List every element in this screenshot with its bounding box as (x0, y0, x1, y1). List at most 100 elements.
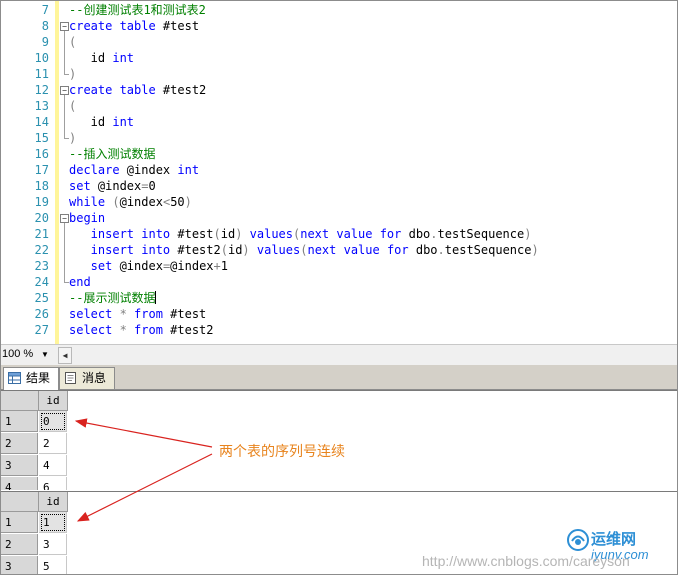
code-line[interactable]: id int (69, 50, 134, 66)
line-number-gutter: 7 8 9 10 11 12 13 14 15 16 17 18 19 20 21 22 23 24 25 26 27 (1, 1, 55, 344)
fold-guide (64, 31, 65, 74)
code-line[interactable]: select * from #test (69, 306, 206, 322)
code-line[interactable]: ) (69, 66, 76, 82)
code-line[interactable]: create table #test (69, 18, 199, 34)
code-token: from (134, 323, 171, 337)
code-token: select (69, 323, 120, 337)
row-header[interactable]: 4 (1, 477, 38, 490)
code-line[interactable]: ) (69, 130, 76, 146)
code-token: from (134, 307, 171, 321)
code-line[interactable]: end (69, 274, 91, 290)
code-token: id (69, 115, 113, 129)
row-header[interactable]: 2 (1, 433, 38, 454)
code-line[interactable]: ( (69, 34, 76, 50)
code-token: int (112, 115, 135, 129)
tab-results[interactable]: 结果 (3, 367, 60, 390)
code-token: #test (162, 19, 200, 33)
fold-guide-end (64, 74, 69, 75)
code-line[interactable]: --插入测试数据 (69, 146, 155, 162)
code-line[interactable]: declare @index int (69, 162, 199, 178)
code-token: testSequence (444, 243, 532, 257)
editor-bottom-bar: 100 % ▼ ◀ (1, 344, 677, 365)
code-token: values (256, 243, 301, 257)
code-token: id (220, 227, 236, 241)
code-token: ) (531, 243, 539, 257)
line-number: 10 (34, 51, 49, 65)
code-line[interactable]: while (@index<50) (69, 194, 192, 210)
row-header[interactable]: 3 (1, 556, 38, 574)
grid-cell[interactable]: 3 (39, 534, 67, 555)
code-line[interactable]: --展示测试数据 (69, 290, 157, 306)
line-number: 8 (41, 19, 49, 33)
row-header[interactable]: 1 (1, 512, 38, 533)
watermark-url: http://www.cnblogs.com/careyson (422, 553, 630, 569)
code-token: = (141, 179, 149, 193)
grid-cell[interactable]: 0 (39, 411, 67, 432)
grid-corner[interactable] (1, 492, 39, 512)
code-token: ( (220, 243, 228, 257)
row-header[interactable]: 1 (1, 411, 38, 432)
code-token: #test2 (170, 323, 214, 337)
code-line[interactable]: id int (69, 114, 134, 130)
results-grid-1[interactable]: id 10223446 (1, 390, 677, 490)
code-line[interactable]: ( (69, 98, 76, 114)
code-line[interactable]: insert into #test2(id) values(next value… (69, 242, 539, 258)
line-number: 27 (34, 323, 49, 337)
fold-guide (64, 223, 65, 282)
collapse-toggle-icon[interactable]: − (60, 22, 69, 31)
line-number: 21 (34, 227, 49, 241)
code-token: 0 (148, 179, 156, 193)
code-token: #test (170, 307, 207, 321)
line-number: 16 (34, 147, 49, 161)
code-token: ) (235, 227, 250, 241)
row-header[interactable]: 2 (1, 534, 38, 555)
grid-cell[interactable]: 4 (39, 455, 67, 476)
code-token: end (69, 275, 91, 289)
column-header-id[interactable]: id (39, 391, 68, 411)
collapse-toggle-icon[interactable]: − (60, 86, 69, 95)
code-token: int (112, 51, 135, 65)
grid-corner[interactable] (1, 391, 39, 411)
code-line[interactable]: set @index=@index+1 (69, 258, 228, 274)
code-token: #test2 (162, 83, 207, 97)
code-token: 50 (170, 195, 185, 209)
code-token: create table (69, 83, 163, 97)
code-area[interactable]: --创建测试表1和测试表2 create table #test( id int)… (59, 1, 677, 344)
code-token: --插入测试数据 (69, 147, 156, 161)
line-number: 20 (34, 211, 49, 225)
line-number: 12 (34, 83, 49, 97)
zoom-select[interactable]: 100 % ▼ (1, 347, 56, 362)
code-token: int (177, 163, 200, 177)
grid-cell[interactable]: 2 (39, 433, 67, 454)
code-token: dbo (415, 243, 438, 257)
code-token: #test2 (177, 243, 221, 257)
grid-cell[interactable]: 1 (39, 512, 67, 533)
code-token: --展示测试数据 (69, 291, 156, 305)
code-token: --创建测试表1和测试表2 (69, 3, 206, 17)
code-token: insert into (69, 243, 178, 257)
scroll-left-button[interactable]: ◀ (58, 347, 72, 364)
chevron-down-icon[interactable]: ▼ (41, 347, 49, 362)
code-token: ( (69, 99, 77, 113)
code-line[interactable]: --创建测试表1和测试表2 (69, 2, 206, 18)
code-token: insert into (69, 227, 178, 241)
row-header[interactable]: 3 (1, 455, 38, 476)
line-number: 11 (34, 67, 49, 81)
collapse-toggle-icon[interactable]: − (60, 214, 69, 223)
code-line[interactable]: create table #test2 (69, 82, 206, 98)
code-token: dbo (408, 227, 431, 241)
grid-cell[interactable]: 6 (39, 477, 67, 490)
code-token: * (119, 323, 135, 337)
grid-cell[interactable]: 5 (39, 556, 67, 574)
code-token: next value for (307, 243, 416, 257)
code-line[interactable]: begin (69, 210, 105, 226)
column-header-id[interactable]: id (39, 492, 68, 512)
code-line[interactable]: insert into #test(id) values(next value … (69, 226, 532, 242)
ssms-query-window: 7 8 9 10 11 12 13 14 15 16 17 18 19 20 21 22 23 24 25 26 27 … (0, 0, 678, 575)
query-editor[interactable]: 7 8 9 10 11 12 13 14 15 16 17 18 19 20 21 22 23 24 25 26 27 … (1, 1, 677, 344)
code-token: while (69, 195, 113, 209)
code-line[interactable]: set @index=0 (69, 178, 156, 194)
code-line[interactable]: select * from #test2 (69, 322, 214, 338)
tab-messages[interactable]: 消息 (59, 367, 116, 389)
line-number: 15 (34, 131, 49, 145)
